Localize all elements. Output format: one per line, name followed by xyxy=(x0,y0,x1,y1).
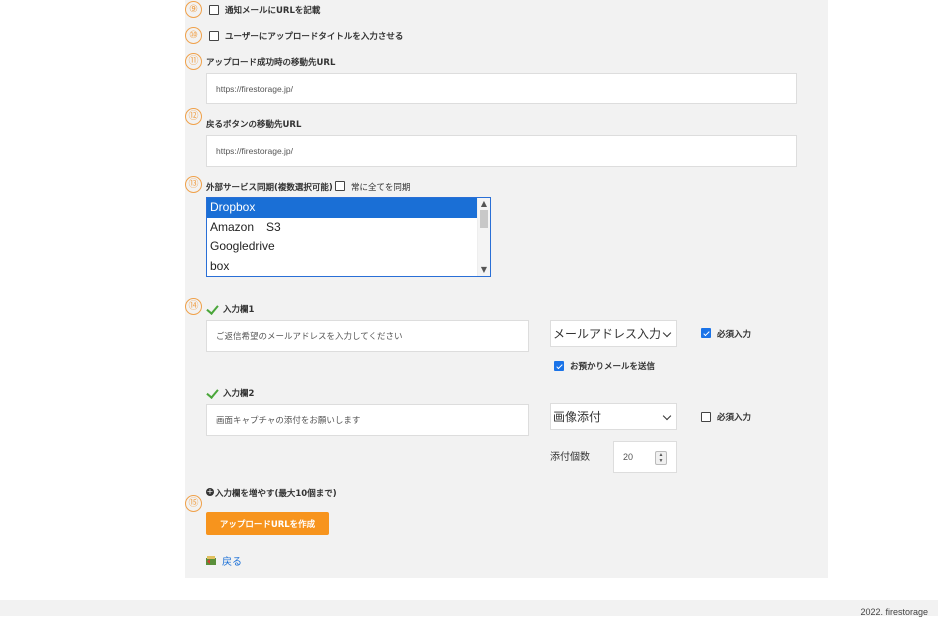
field2-required-checkbox[interactable] xyxy=(701,412,711,422)
back-icon[interactable] xyxy=(206,555,217,565)
field2-placeholder-input[interactable]: 画面キャプチャの添付をお願いします xyxy=(206,404,529,436)
external-service-listbox[interactable]: Dropbox Amazon S3 Googledrive box ▲ ▼ xyxy=(206,197,491,277)
notify-url-checkbox[interactable] xyxy=(209,5,219,15)
attach-count-value: 20 xyxy=(623,452,634,462)
field2-title: 入力欄2 xyxy=(223,389,255,399)
scroll-thumb[interactable] xyxy=(480,210,488,228)
attach-count-input[interactable]: 20 ▲ ▼ xyxy=(613,441,677,473)
send-mail-checkbox[interactable] xyxy=(554,361,564,371)
step-number-10: ⑩ xyxy=(185,27,202,44)
field2-type-value: 画像添付 xyxy=(553,410,602,424)
back-url-label: 戻るボタンの移動先URL xyxy=(206,120,302,130)
field1-placeholder-input[interactable]: ご返信希望のメールアドレスを入力してください xyxy=(206,320,529,352)
chevron-down-icon xyxy=(662,328,672,337)
scroll-up-icon[interactable]: ▲ xyxy=(478,199,490,209)
send-mail-label: お預かりメールを送信 xyxy=(570,362,656,372)
back-url-input[interactable]: https://firestorage.jp/ xyxy=(206,135,797,167)
step-number-14: ⑭ xyxy=(185,298,202,315)
field1-title: 入力欄1 xyxy=(223,305,255,315)
field2-required-label: 必須入力 xyxy=(717,413,752,423)
step-number-15: ⑮ xyxy=(185,495,202,512)
success-url-label: アップロード成功時の移動先URL xyxy=(206,58,336,68)
plus-circle-icon[interactable]: + xyxy=(206,488,214,496)
listbox-option-amazon-s3[interactable]: Amazon S3 xyxy=(207,218,478,238)
success-url-input[interactable]: https://firestorage.jp/ xyxy=(206,73,797,104)
field1-required-label: 必須入力 xyxy=(717,330,752,340)
back-link[interactable]: 戻る xyxy=(222,553,242,568)
sync-all-label: 常に全てを同期 xyxy=(351,183,411,193)
notify-url-label: 通知メールにURLを記載 xyxy=(225,6,321,16)
step-number-9: ⑨ xyxy=(185,1,202,18)
field1-type-value: メールアドレス入力 xyxy=(553,327,662,341)
field2-type-select[interactable]: 画像添付 xyxy=(550,403,677,430)
upload-title-label: ユーザーにアップロードタイトルを入力させる xyxy=(225,32,404,42)
external-sync-label: 外部サービス同期(複数選択可能) xyxy=(206,183,333,193)
stepper-icon[interactable]: ▲ ▼ xyxy=(655,451,667,465)
listbox-option-googledrive[interactable]: Googledrive xyxy=(207,237,478,257)
attach-count-label: 添付個数 xyxy=(550,452,590,463)
sync-all-checkbox[interactable] xyxy=(335,181,345,191)
step-number-13: ⑬ xyxy=(185,176,202,193)
listbox-option-box[interactable]: box xyxy=(207,257,478,277)
scroll-down-icon[interactable]: ▼ xyxy=(478,265,490,275)
field1-type-select[interactable]: メールアドレス入力 xyxy=(550,320,677,347)
step-number-12: ⑫ xyxy=(185,108,202,125)
chevron-down-icon xyxy=(662,411,672,420)
upload-title-checkbox[interactable] xyxy=(209,31,219,41)
add-field-link[interactable]: 入力欄を増やす(最大10個まで) xyxy=(215,487,337,499)
step-number-11: ⑪ xyxy=(185,53,202,70)
listbox-option-dropbox[interactable]: Dropbox xyxy=(207,198,478,218)
listbox-scrollbar[interactable]: ▲ ▼ xyxy=(477,198,490,276)
create-upload-url-button[interactable]: アップロードURLを作成 xyxy=(206,512,329,535)
field1-required-checkbox[interactable] xyxy=(701,328,711,338)
footer xyxy=(0,600,938,616)
